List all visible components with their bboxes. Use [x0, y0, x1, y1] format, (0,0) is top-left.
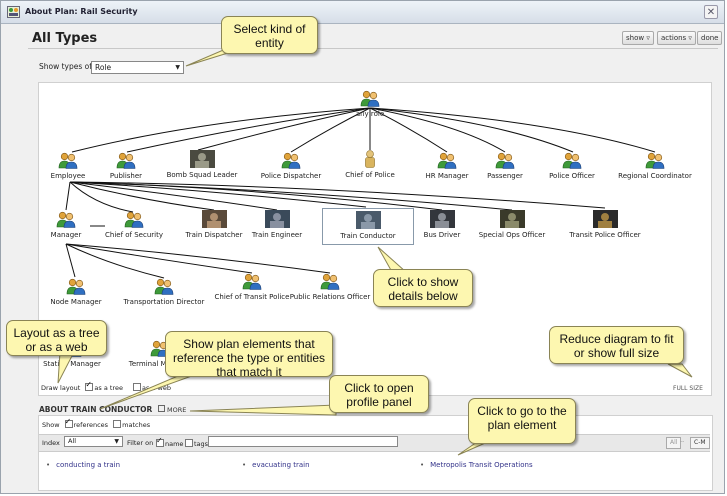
callout-pointers — [57, 47, 693, 456]
callout-layout: Layout as a tree or as a web — [6, 320, 107, 356]
callout-open-profile: Click to open profile panel — [329, 375, 429, 413]
callout-show-plan: Show plan elements that reference the ty… — [165, 331, 333, 379]
callout-click-show: Click to show details below — [373, 269, 473, 307]
callout-select-kind: Select kind of entity — [221, 16, 318, 54]
callout-reduce: Reduce diagram to fit or show full size — [549, 326, 684, 364]
callout-go-plan: Click to go to the plan element — [468, 398, 576, 444]
